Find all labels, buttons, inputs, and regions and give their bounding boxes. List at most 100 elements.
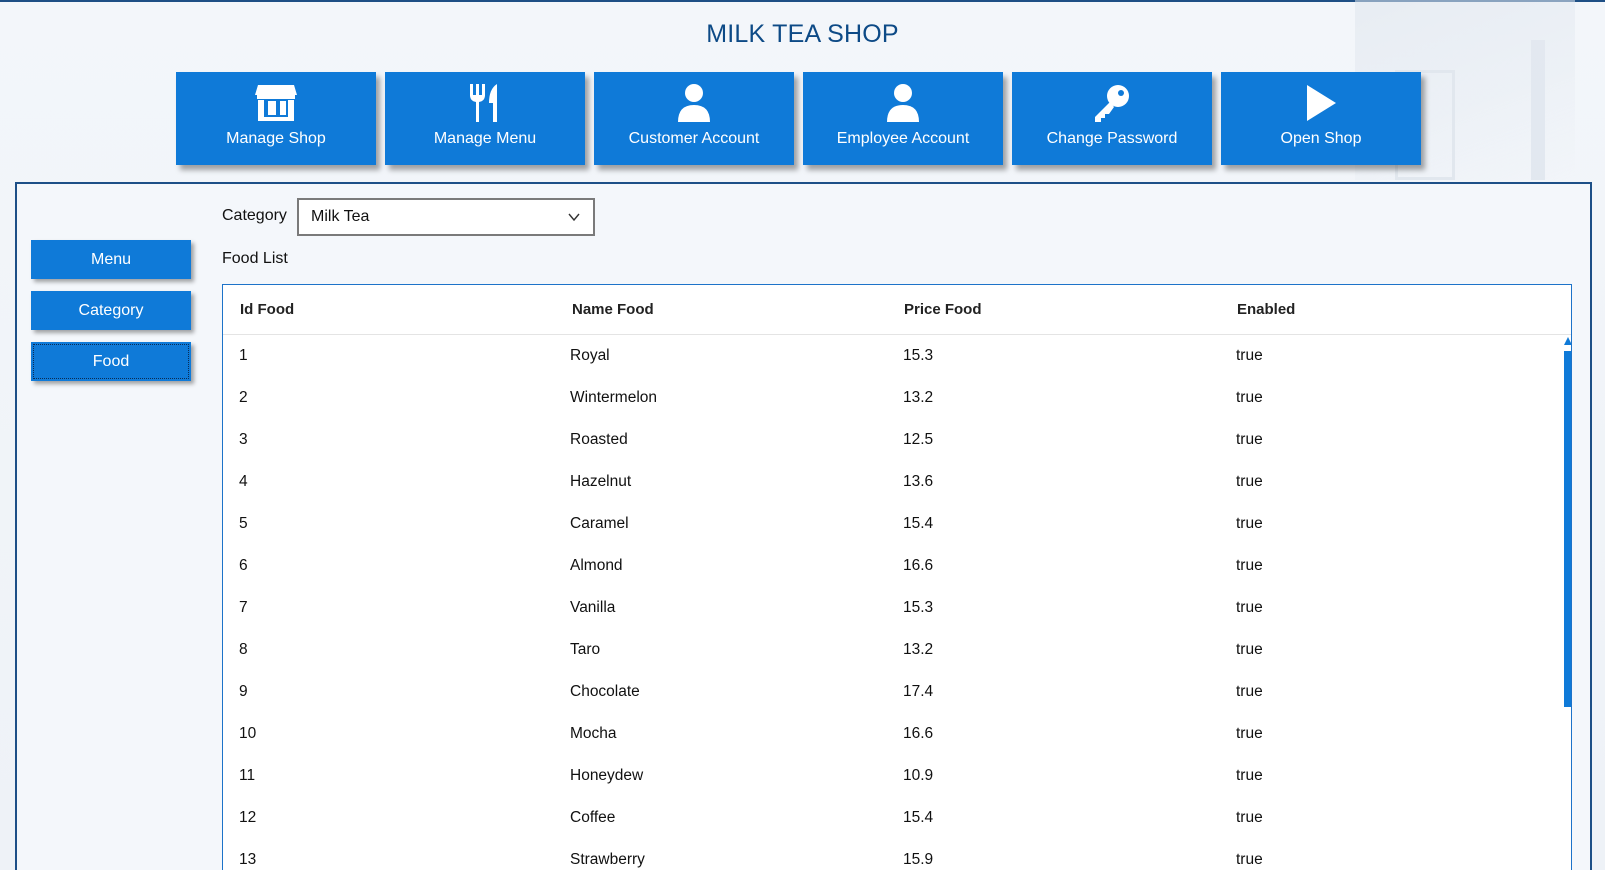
manage-shop-button[interactable]: Manage Shop	[176, 72, 376, 165]
cell-enabled: true	[1236, 809, 1263, 826]
food-table: Id Food Name Food Price Food Enabled 1 Ro…	[222, 284, 1572, 870]
cell-price: 13.2	[903, 641, 934, 658]
sidebar-item-food[interactable]: Food	[31, 342, 191, 381]
employee-account-button[interactable]: Employee Account	[803, 72, 1003, 165]
cell-enabled: true	[1236, 641, 1263, 658]
table-row[interactable]: 12 Coffee 15.4 true	[223, 797, 1543, 840]
cell-price: 16.6	[903, 725, 934, 742]
cell-id: 1	[239, 347, 248, 364]
cell-name: Mocha	[570, 725, 617, 742]
cell-enabled: true	[1236, 473, 1263, 490]
play-icon	[1298, 82, 1344, 124]
cell-price: 13.2	[903, 389, 934, 406]
table-row[interactable]: 9 Chocolate 17.4 true	[223, 671, 1543, 714]
cell-id: 7	[239, 599, 248, 616]
manage-shop-label: Manage Shop	[226, 130, 326, 147]
column-header-name[interactable]: Name Food	[572, 301, 654, 318]
cell-enabled: true	[1236, 515, 1263, 532]
sidebar-item-menu[interactable]: Menu	[31, 240, 191, 279]
category-label: Category	[222, 207, 287, 224]
sidebar-item-category[interactable]: Category	[31, 291, 191, 330]
utensils-icon	[462, 82, 508, 124]
open-shop-button[interactable]: Open Shop	[1221, 72, 1421, 165]
column-header-price[interactable]: Price Food	[904, 301, 982, 318]
table-header: Id Food Name Food Price Food Enabled	[223, 285, 1571, 335]
app-title: MILK TEA SHOP	[706, 20, 899, 48]
cell-name: Hazelnut	[570, 473, 632, 490]
cell-enabled: true	[1236, 389, 1263, 406]
category-select[interactable]: Milk Tea	[297, 198, 595, 236]
main-toolbar: Manage Shop Manage Menu Customer Account	[176, 72, 1430, 165]
cell-name: Vanilla	[570, 599, 616, 616]
cell-name: Honeydew	[570, 767, 644, 784]
vertical-scrollbar[interactable]	[1564, 337, 1571, 717]
table-row[interactable]: 11 Honeydew 10.9 true	[223, 755, 1543, 798]
change-password-label: Change Password	[1046, 130, 1178, 147]
scroll-up-arrow[interactable]	[1564, 337, 1571, 345]
cell-enabled: true	[1236, 557, 1263, 574]
cell-name: Coffee	[570, 809, 616, 826]
cell-id: 11	[239, 767, 256, 784]
cell-price: 15.4	[903, 809, 934, 826]
key-icon	[1089, 82, 1135, 124]
cell-name: Wintermelon	[570, 389, 657, 406]
cell-enabled: true	[1236, 767, 1263, 784]
cell-id: 13	[239, 851, 257, 868]
scroll-thumb[interactable]	[1564, 351, 1571, 707]
user-icon	[671, 82, 717, 124]
manage-menu-label: Manage Menu	[433, 130, 537, 147]
cell-enabled: true	[1236, 431, 1263, 448]
cell-id: 5	[239, 515, 248, 532]
cell-enabled: true	[1236, 599, 1263, 616]
cell-name: Caramel	[570, 515, 629, 532]
cell-name: Almond	[570, 557, 623, 574]
table-row[interactable]: 5 Caramel 15.4 true	[223, 503, 1543, 546]
table-row[interactable]: 3 Roasted 12.5 true	[223, 419, 1543, 462]
cell-name: Taro	[570, 641, 601, 658]
cell-name: Royal	[570, 347, 610, 364]
user-icon	[880, 82, 926, 124]
table-row[interactable]: 4 Hazelnut 13.6 true	[223, 461, 1543, 504]
table-row[interactable]: 6 Almond 16.6 true	[223, 545, 1543, 588]
customer-account-button[interactable]: Customer Account	[594, 72, 794, 165]
cell-id: 4	[239, 473, 248, 490]
table-row[interactable]: 2 Wintermelon 13.2 true	[223, 377, 1543, 420]
cell-name: Strawberry	[570, 851, 645, 868]
cell-enabled: true	[1236, 851, 1263, 868]
table-row[interactable]: 7 Vanilla 15.3 true	[223, 587, 1543, 630]
cell-id: 6	[239, 557, 248, 574]
cell-price: 12.5	[903, 431, 934, 448]
cell-price: 15.4	[903, 515, 934, 532]
open-shop-label: Open Shop	[1280, 130, 1362, 147]
cell-price: 16.6	[903, 557, 934, 574]
cell-id: 12	[239, 809, 257, 826]
cell-id: 8	[239, 641, 248, 658]
change-password-button[interactable]: Change Password	[1012, 72, 1212, 165]
employee-account-label: Employee Account	[836, 130, 970, 147]
table-row[interactable]: 1 Royal 15.3 true	[223, 335, 1543, 378]
cell-price: 15.9	[903, 851, 934, 868]
cell-name: Chocolate	[570, 683, 640, 700]
cell-name: Roasted	[570, 431, 628, 448]
cell-enabled: true	[1236, 347, 1263, 364]
cell-price: 15.3	[903, 347, 934, 364]
cell-price: 17.4	[903, 683, 934, 700]
table-row[interactable]: 13 Strawberry 15.9 true	[223, 839, 1543, 870]
shop-icon	[253, 82, 299, 124]
chevron-down-icon	[568, 213, 580, 222]
cell-enabled: true	[1236, 683, 1263, 700]
cell-enabled: true	[1236, 725, 1263, 742]
cell-price: 13.6	[903, 473, 934, 490]
column-header-id[interactable]: Id Food	[240, 301, 294, 318]
table-row[interactable]: 8 Taro 13.2 true	[223, 629, 1543, 672]
table-row[interactable]: 10 Mocha 16.6 true	[223, 713, 1543, 756]
cell-id: 10	[239, 725, 257, 742]
food-list-label: Food List	[222, 250, 288, 267]
cell-price: 15.3	[903, 599, 934, 616]
cell-price: 10.9	[903, 767, 934, 784]
cell-id: 3	[239, 431, 248, 448]
customer-account-label: Customer Account	[628, 130, 760, 147]
manage-menu-button[interactable]: Manage Menu	[385, 72, 585, 165]
category-select-value: Milk Tea	[311, 208, 370, 225]
column-header-enabled[interactable]: Enabled	[1237, 301, 1295, 318]
